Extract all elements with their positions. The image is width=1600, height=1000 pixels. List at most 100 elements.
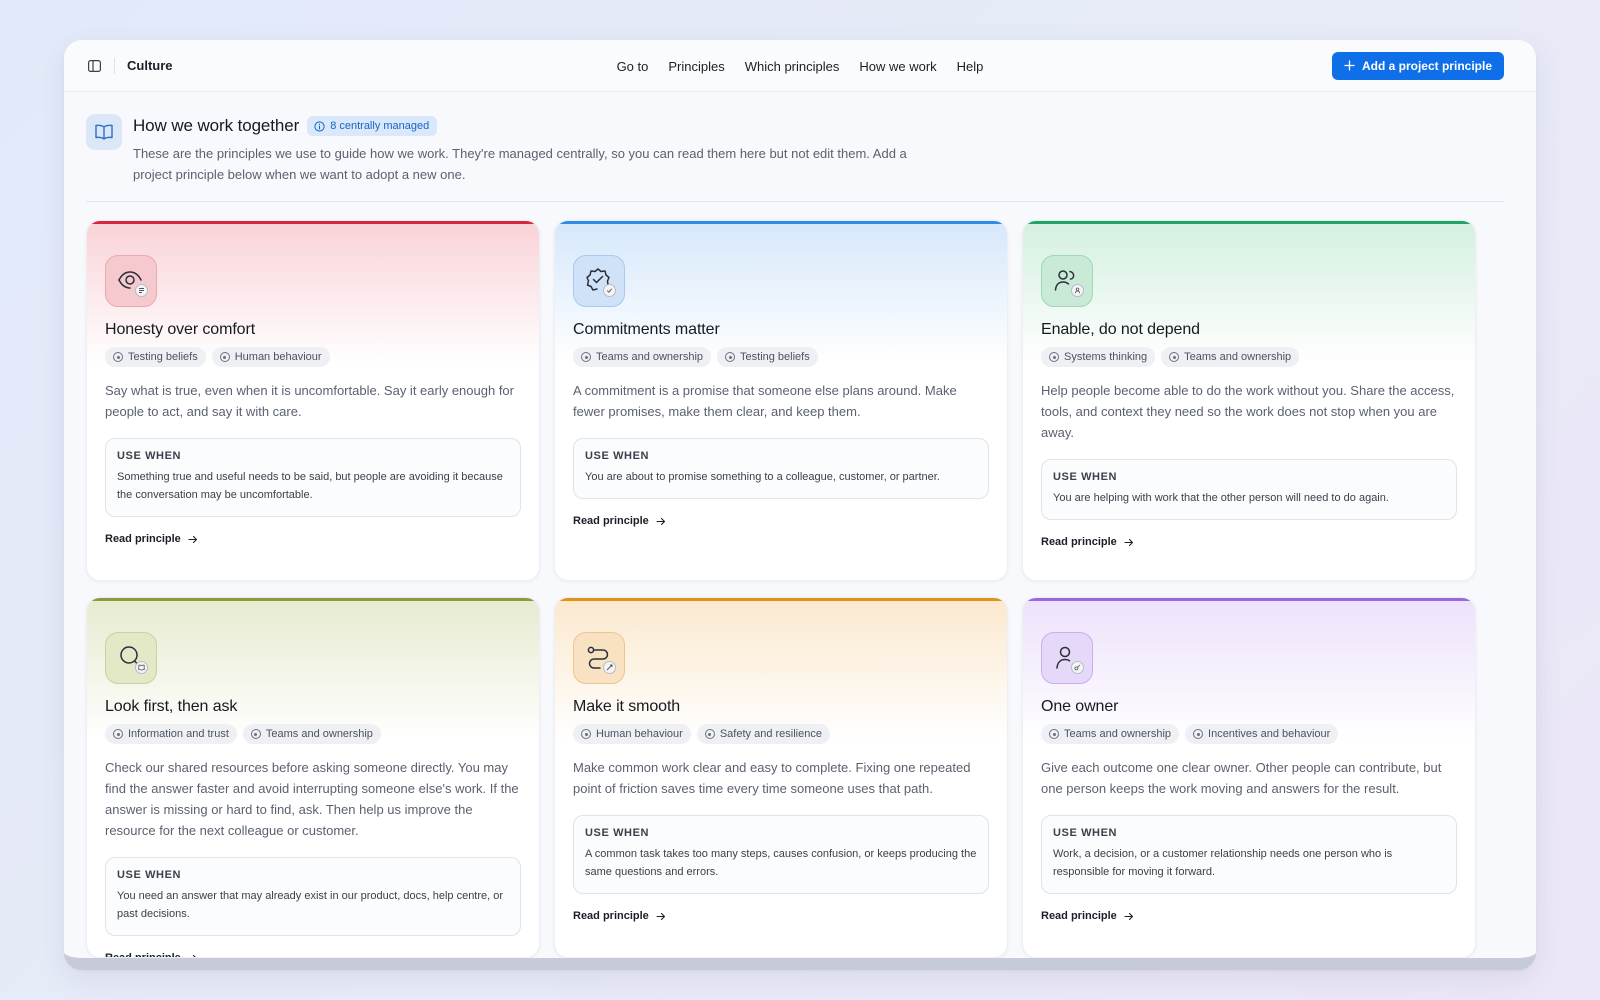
- users-icon: [1041, 255, 1093, 307]
- target-icon: [113, 352, 123, 362]
- read-principle-link[interactable]: Read principle: [1041, 910, 1134, 922]
- tag-label: Teams and ownership: [596, 351, 704, 363]
- use-when-text: You need an answer that may already exis…: [117, 890, 504, 920]
- principle-title: Commitments matter: [573, 321, 720, 338]
- tag-chip[interactable]: Systems thinking: [1041, 347, 1156, 367]
- target-icon: [704, 729, 715, 739]
- page-title: How we work together: [133, 116, 300, 135]
- use-when-label: USE WHEN: [585, 827, 650, 839]
- target-icon: [581, 352, 591, 362]
- tag-label: Information and trust: [128, 728, 229, 740]
- principle-card-commitments-matter: Commitments matter Teams and ownership Te…: [554, 220, 1008, 581]
- tag-chip[interactable]: Teams and ownership: [242, 724, 381, 744]
- tag-chip[interactable]: Teams and ownership: [1041, 724, 1180, 744]
- use-when-text: Something true and useful needs to be sa…: [117, 471, 503, 501]
- tag-chip[interactable]: Information and trust: [105, 724, 237, 744]
- sidebar-toggle-icon[interactable]: [86, 58, 102, 74]
- principle-card-honesty-over-comfort: Honesty over comfort Testing beliefs Huma…: [86, 220, 540, 581]
- principle-title: Honesty over comfort: [105, 321, 256, 338]
- principles-grid: Honesty over comfort Testing beliefs Huma…: [86, 220, 1504, 958]
- arrow-right-icon: [656, 912, 665, 920]
- read-principle-link[interactable]: Read principle: [105, 533, 198, 545]
- use-when-label: USE WHEN: [117, 869, 182, 881]
- principle-description: Give each outcome one clear owner. Other…: [1041, 760, 1442, 796]
- user-key-icon: [1041, 632, 1093, 684]
- use-when-box: USE WHEN You are about to promise someth…: [573, 438, 989, 499]
- use-when-box: USE WHEN A common task takes too many st…: [573, 815, 989, 894]
- principle-title: Look first, then ask: [105, 698, 238, 715]
- header-divider: [86, 201, 1504, 202]
- tag-label: Safety and resilience: [719, 728, 822, 740]
- target-icon: [219, 352, 230, 362]
- use-when-text: Work, a decision, or a customer relation…: [1053, 848, 1393, 878]
- route-icon: [573, 632, 625, 684]
- nav-which-principles[interactable]: Which principles: [745, 59, 840, 74]
- tag-chip[interactable]: Human behaviour: [573, 724, 691, 744]
- read-principle-link[interactable]: Read principle: [573, 515, 666, 527]
- tag-label: Systems thinking: [1064, 351, 1148, 363]
- tag-label: Testing beliefs: [128, 351, 198, 363]
- tag-chip[interactable]: Teams and ownership: [573, 347, 712, 367]
- principle-card-look-first-then-ask: Look first, then ask Information and tru…: [86, 597, 540, 958]
- search-book-icon: [105, 632, 157, 684]
- nav-help[interactable]: Help: [957, 59, 984, 74]
- tag-chip[interactable]: Testing beliefs: [105, 347, 206, 367]
- target-icon: [725, 352, 736, 362]
- principle-description: A commitment is a promise that someone e…: [573, 383, 957, 419]
- target-icon: [1169, 352, 1180, 362]
- book-icon: [86, 114, 122, 150]
- target-icon: [1049, 729, 1059, 739]
- read-principle-label: Read principle: [573, 910, 649, 922]
- tag-list: Teams and ownership Incentives and behavi…: [1041, 724, 1457, 744]
- add-project-principle-button[interactable]: Add a project principle: [1331, 51, 1504, 80]
- arrow-right-icon: [1124, 912, 1133, 920]
- tag-label: Incentives and behaviour: [1208, 728, 1331, 740]
- tag-label: Teams and ownership: [1184, 351, 1292, 363]
- info-icon: [314, 120, 325, 132]
- principle-title: One owner: [1041, 698, 1119, 715]
- principle-description: Say what is true, even when it is uncomf…: [105, 383, 514, 419]
- sub-badge-icon: [603, 661, 616, 674]
- read-principle-label: Read principle: [1041, 910, 1117, 922]
- principle-title: Enable, do not depend: [1041, 321, 1200, 338]
- add-button-label: Add a project principle: [1361, 58, 1492, 73]
- main-nav: Go to Principles Which principles How we…: [64, 40, 1536, 92]
- use-when-text: A common task takes too many steps, caus…: [585, 848, 977, 878]
- target-icon: [1049, 352, 1059, 362]
- tag-list: Systems thinking Teams and ownership: [1041, 347, 1457, 367]
- tag-label: Teams and ownership: [265, 728, 373, 740]
- tag-label: Teams and ownership: [1064, 728, 1172, 740]
- target-icon: [581, 729, 591, 739]
- nav-how-we-work[interactable]: How we work: [859, 59, 936, 74]
- tag-chip[interactable]: Human behaviour: [211, 347, 330, 367]
- tag-chip[interactable]: Safety and resilience: [696, 724, 830, 744]
- tag-chip[interactable]: Testing beliefs: [717, 347, 818, 367]
- arrow-right-icon: [188, 535, 197, 543]
- tag-label: Testing beliefs: [740, 351, 810, 363]
- use-when-box: USE WHEN You need an answer that may alr…: [105, 857, 521, 936]
- target-icon: [113, 729, 123, 739]
- use-when-box: USE WHEN You are helping with work that …: [1041, 459, 1457, 520]
- managed-badge-label: 8 centrally managed: [330, 120, 430, 132]
- arrow-right-icon: [1124, 538, 1133, 546]
- use-when-box: USE WHEN Work, a decision, or a customer…: [1041, 815, 1457, 894]
- top-bar: Culture Go to Principles Which principle…: [64, 40, 1536, 92]
- read-principle-link[interactable]: Read principle: [573, 910, 666, 922]
- read-principle-link[interactable]: Read principle: [105, 952, 198, 957]
- tag-chip[interactable]: Incentives and behaviour: [1185, 724, 1339, 744]
- eye-message-icon: [105, 255, 157, 307]
- tag-chip[interactable]: Teams and ownership: [1161, 347, 1300, 367]
- principle-description: Check our shared resources before asking…: [105, 760, 519, 838]
- sub-badge-icon: [1071, 284, 1084, 297]
- managed-badge: 8 centrally managed: [307, 116, 438, 136]
- plus-icon: [1344, 60, 1355, 71]
- arrow-right-icon: [192, 954, 197, 957]
- sub-badge-icon: [135, 284, 148, 297]
- app-window: Culture Go to Principles Which principle…: [64, 40, 1536, 970]
- principle-title: Make it smooth: [573, 698, 681, 715]
- nav-principles[interactable]: Principles: [668, 59, 724, 74]
- nav-go-to[interactable]: Go to: [617, 59, 649, 74]
- page-header: How we work together 8 centrally managed…: [64, 92, 1536, 202]
- read-principle-link[interactable]: Read principle: [1041, 536, 1134, 548]
- read-principle-label: Read principle: [105, 533, 181, 545]
